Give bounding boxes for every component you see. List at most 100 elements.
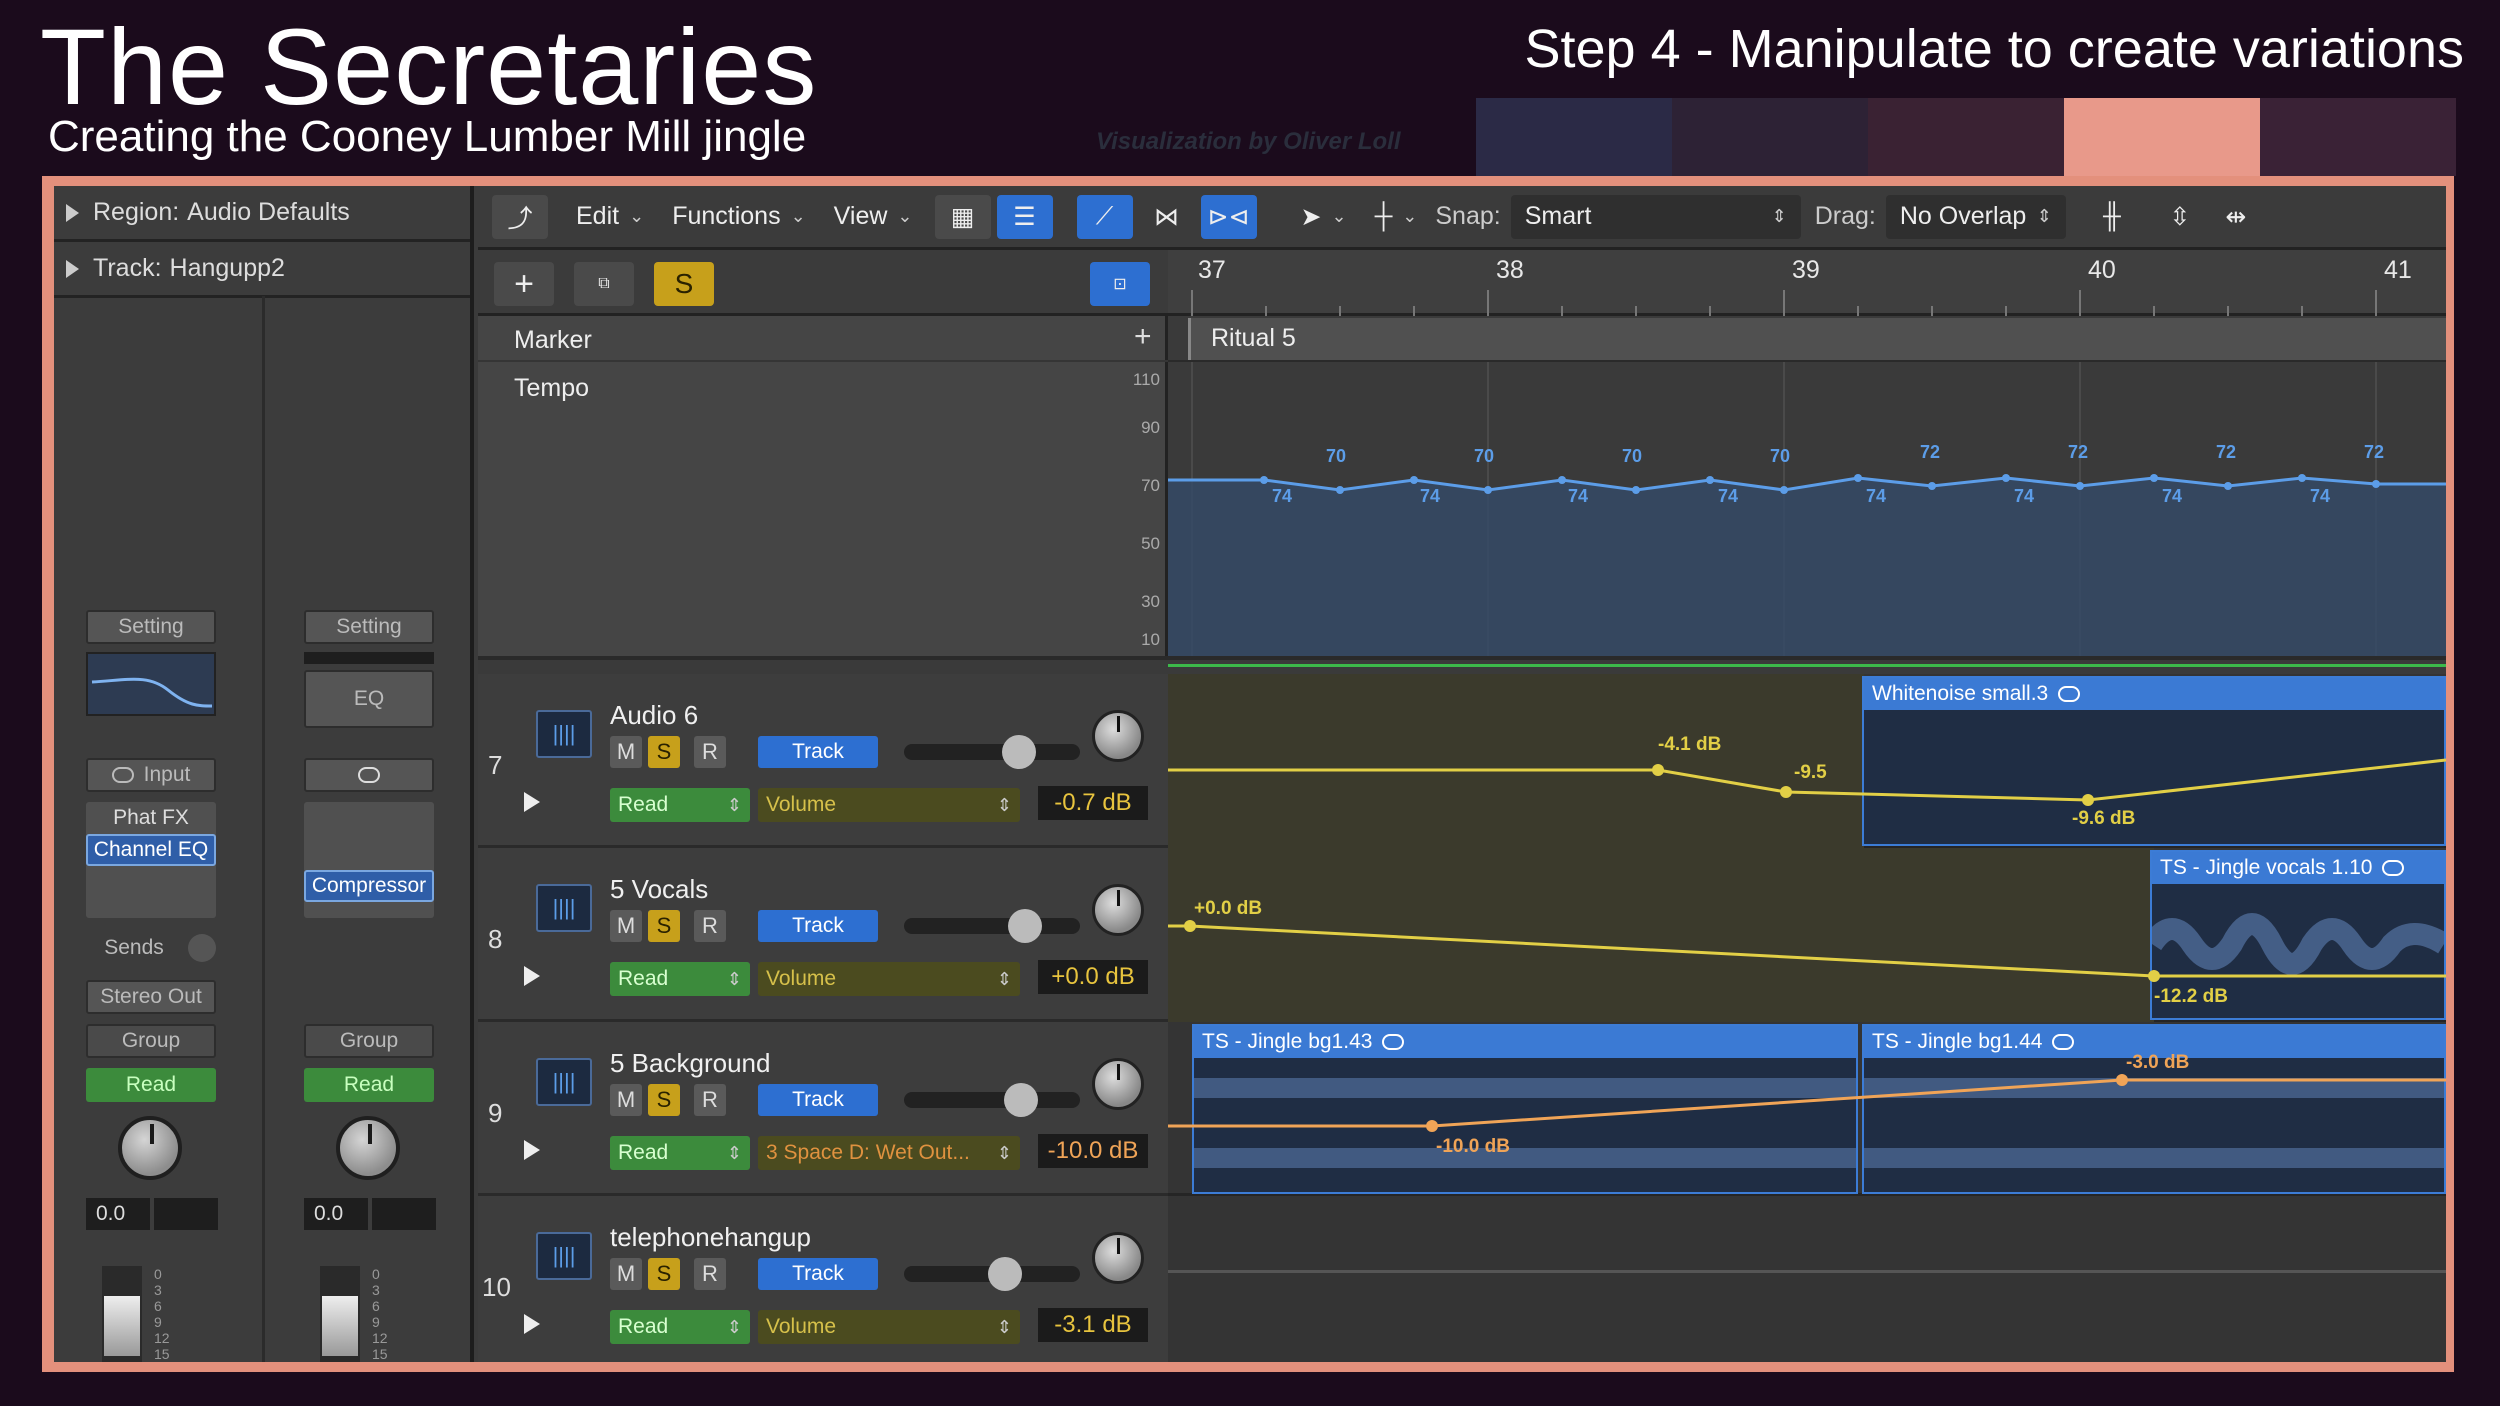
automation-target-button[interactable]: Track [758,1258,878,1290]
track-name[interactable]: 5 Background [610,1048,770,1079]
grid-view-icon[interactable]: ▦ [934,194,991,239]
record-button[interactable]: R [694,1258,726,1290]
mute-button[interactable]: M [610,1258,642,1290]
play-icon[interactable] [524,1140,540,1160]
volume-slider[interactable] [904,735,1080,769]
automation-target-button[interactable]: Track [758,910,878,942]
automation-parameter-select[interactable]: Volume ⇕ [758,962,1020,996]
solo-button[interactable]: S [648,1084,680,1116]
group-button[interactable]: Group [304,1024,434,1058]
volume-fader[interactable] [102,1266,142,1362]
crosshair-tool-icon[interactable]: ┼ ⌄ [1361,195,1432,239]
automation-icon[interactable]: ⟋ [1076,194,1133,239]
track-inspector-row[interactable]: Track: Hangupp2 [54,242,470,298]
play-icon[interactable] [524,1314,540,1334]
eq-thumbnail[interactable] [86,652,216,716]
solo-button[interactable]: S [648,1258,680,1290]
send-knob[interactable] [188,934,216,962]
functions-menu[interactable]: Functions ⌄ [658,195,819,239]
horizontal-zoom-icon[interactable]: ⇹ [2208,195,2264,239]
automation-mode-button[interactable]: Read [304,1068,434,1102]
snap-select[interactable]: Smart ⇕ [1510,194,1801,239]
slider-thumb[interactable] [1008,909,1042,943]
automation-parameter-select[interactable]: 3 Space D: Wet Out... ⇕ [758,1136,1020,1170]
play-icon[interactable] [524,966,540,986]
pointer-tool-icon[interactable]: ➤ ⌄ [1287,195,1361,239]
track-name[interactable]: telephonehangup [610,1222,811,1253]
volume-automation-line[interactable] [1168,848,2446,1022]
group-button[interactable]: Group [86,1024,216,1058]
disclosure-triangle-icon[interactable] [66,259,79,278]
marker-track-header[interactable]: Marker + [478,316,1168,362]
track-name[interactable]: 5 Vocals [610,874,708,905]
pan-knob[interactable] [336,1116,400,1180]
add-track-icon[interactable]: + [494,262,554,306]
pan-knob[interactable] [1092,884,1144,936]
volume-fader[interactable] [320,1266,360,1362]
region-inspector-row[interactable]: Region: Audio Defaults [54,186,470,242]
automation-mode-button[interactable]: Read [86,1068,216,1102]
list-view-icon[interactable]: ☰ [996,194,1053,239]
global-solo-button[interactable]: S [654,262,714,306]
solo-button[interactable]: S [648,736,680,768]
automation-target-button[interactable]: Track [758,736,878,768]
drag-select[interactable]: No Overlap ⇕ [1885,194,2066,239]
track-header-8[interactable]: 8 |||| 5 Vocals M S R Track Read ⇕ Volume… [478,848,1168,1022]
back-arrow-icon[interactable]: ⤴ [492,194,548,239]
waveform-zoom-icon[interactable]: ╫ [2082,195,2142,239]
volume-slider[interactable] [904,1083,1080,1117]
mute-button[interactable]: M [610,736,642,768]
eq-button[interactable]: EQ [304,670,434,728]
add-marker-icon[interactable]: + [1134,320,1152,354]
mute-button[interactable]: M [610,1084,642,1116]
catch-playhead-icon[interactable]: ⊡ [1090,262,1150,306]
automation-mode-select[interactable]: Read ⇕ [610,962,750,996]
volume-automation-line[interactable] [1168,674,2446,848]
duplicate-track-icon[interactable]: ⧉ [574,262,634,306]
record-button[interactable]: R [694,1084,726,1116]
fader-cap[interactable] [104,1296,140,1356]
plugin-compressor[interactable]: Compressor [304,870,434,902]
slider-thumb[interactable] [1004,1083,1038,1117]
pan-knob[interactable] [1092,1232,1144,1284]
input-link-button[interactable] [304,758,434,792]
play-icon[interactable] [524,792,540,812]
view-menu[interactable]: View ⌄ [820,195,927,239]
automation-mode-select[interactable]: Read ⇕ [610,788,750,822]
setting-button[interactable]: Setting [86,610,216,644]
output-button[interactable]: Stereo Out [86,980,216,1014]
track-header-9[interactable]: 9 |||| 5 Background M S R Track Read ⇕ 3 … [478,1022,1168,1196]
automation-parameter-select[interactable]: Volume ⇕ [758,1310,1020,1344]
disclosure-triangle-icon[interactable] [66,203,79,222]
track-header-7[interactable]: 7 |||| Audio 6 M S R Track Read ⇕ Volume ⇕… [478,674,1168,848]
track-header-10[interactable]: 10 |||| telephonehangup M S R Track Read… [478,1196,1168,1362]
automation-parameter-select[interactable]: Volume ⇕ [758,788,1020,822]
fader-cap[interactable] [322,1296,358,1356]
slider-thumb[interactable] [1002,735,1036,769]
mute-button[interactable]: M [610,910,642,942]
plugin-phat-fx[interactable]: Phat FX [86,802,216,834]
vertical-zoom-icon[interactable]: ⇳ [2152,195,2208,239]
track-name[interactable]: Audio 6 [610,700,698,731]
catch-icon[interactable]: ⊳⊲ [1200,194,1257,239]
plugin-channel-eq[interactable]: Channel EQ [86,834,216,866]
slider-thumb[interactable] [988,1257,1022,1291]
wet-out-automation-line[interactable] [1168,1022,2446,1196]
setting-button[interactable]: Setting [304,610,434,644]
marker-ritual[interactable]: Ritual 5 [1188,318,2446,360]
volume-slider[interactable] [904,909,1080,943]
volume-slider[interactable] [904,1257,1080,1291]
automation-target-button[interactable]: Track [758,1084,878,1116]
bar-ruler[interactable]: 37 38 39 40 41 [1168,250,2446,316]
pan-knob[interactable] [118,1116,182,1180]
input-button[interactable]: Input [86,758,216,792]
pan-knob[interactable] [1092,710,1144,762]
flex-icon[interactable]: ⋈ [1139,195,1195,239]
pan-knob[interactable] [1092,1058,1144,1110]
record-button[interactable]: R [694,736,726,768]
edit-menu[interactable]: Edit ⌄ [562,195,658,239]
solo-button[interactable]: S [648,910,680,942]
automation-mode-select[interactable]: Read ⇕ [610,1310,750,1344]
record-button[interactable]: R [694,910,726,942]
automation-mode-select[interactable]: Read ⇕ [610,1136,750,1170]
